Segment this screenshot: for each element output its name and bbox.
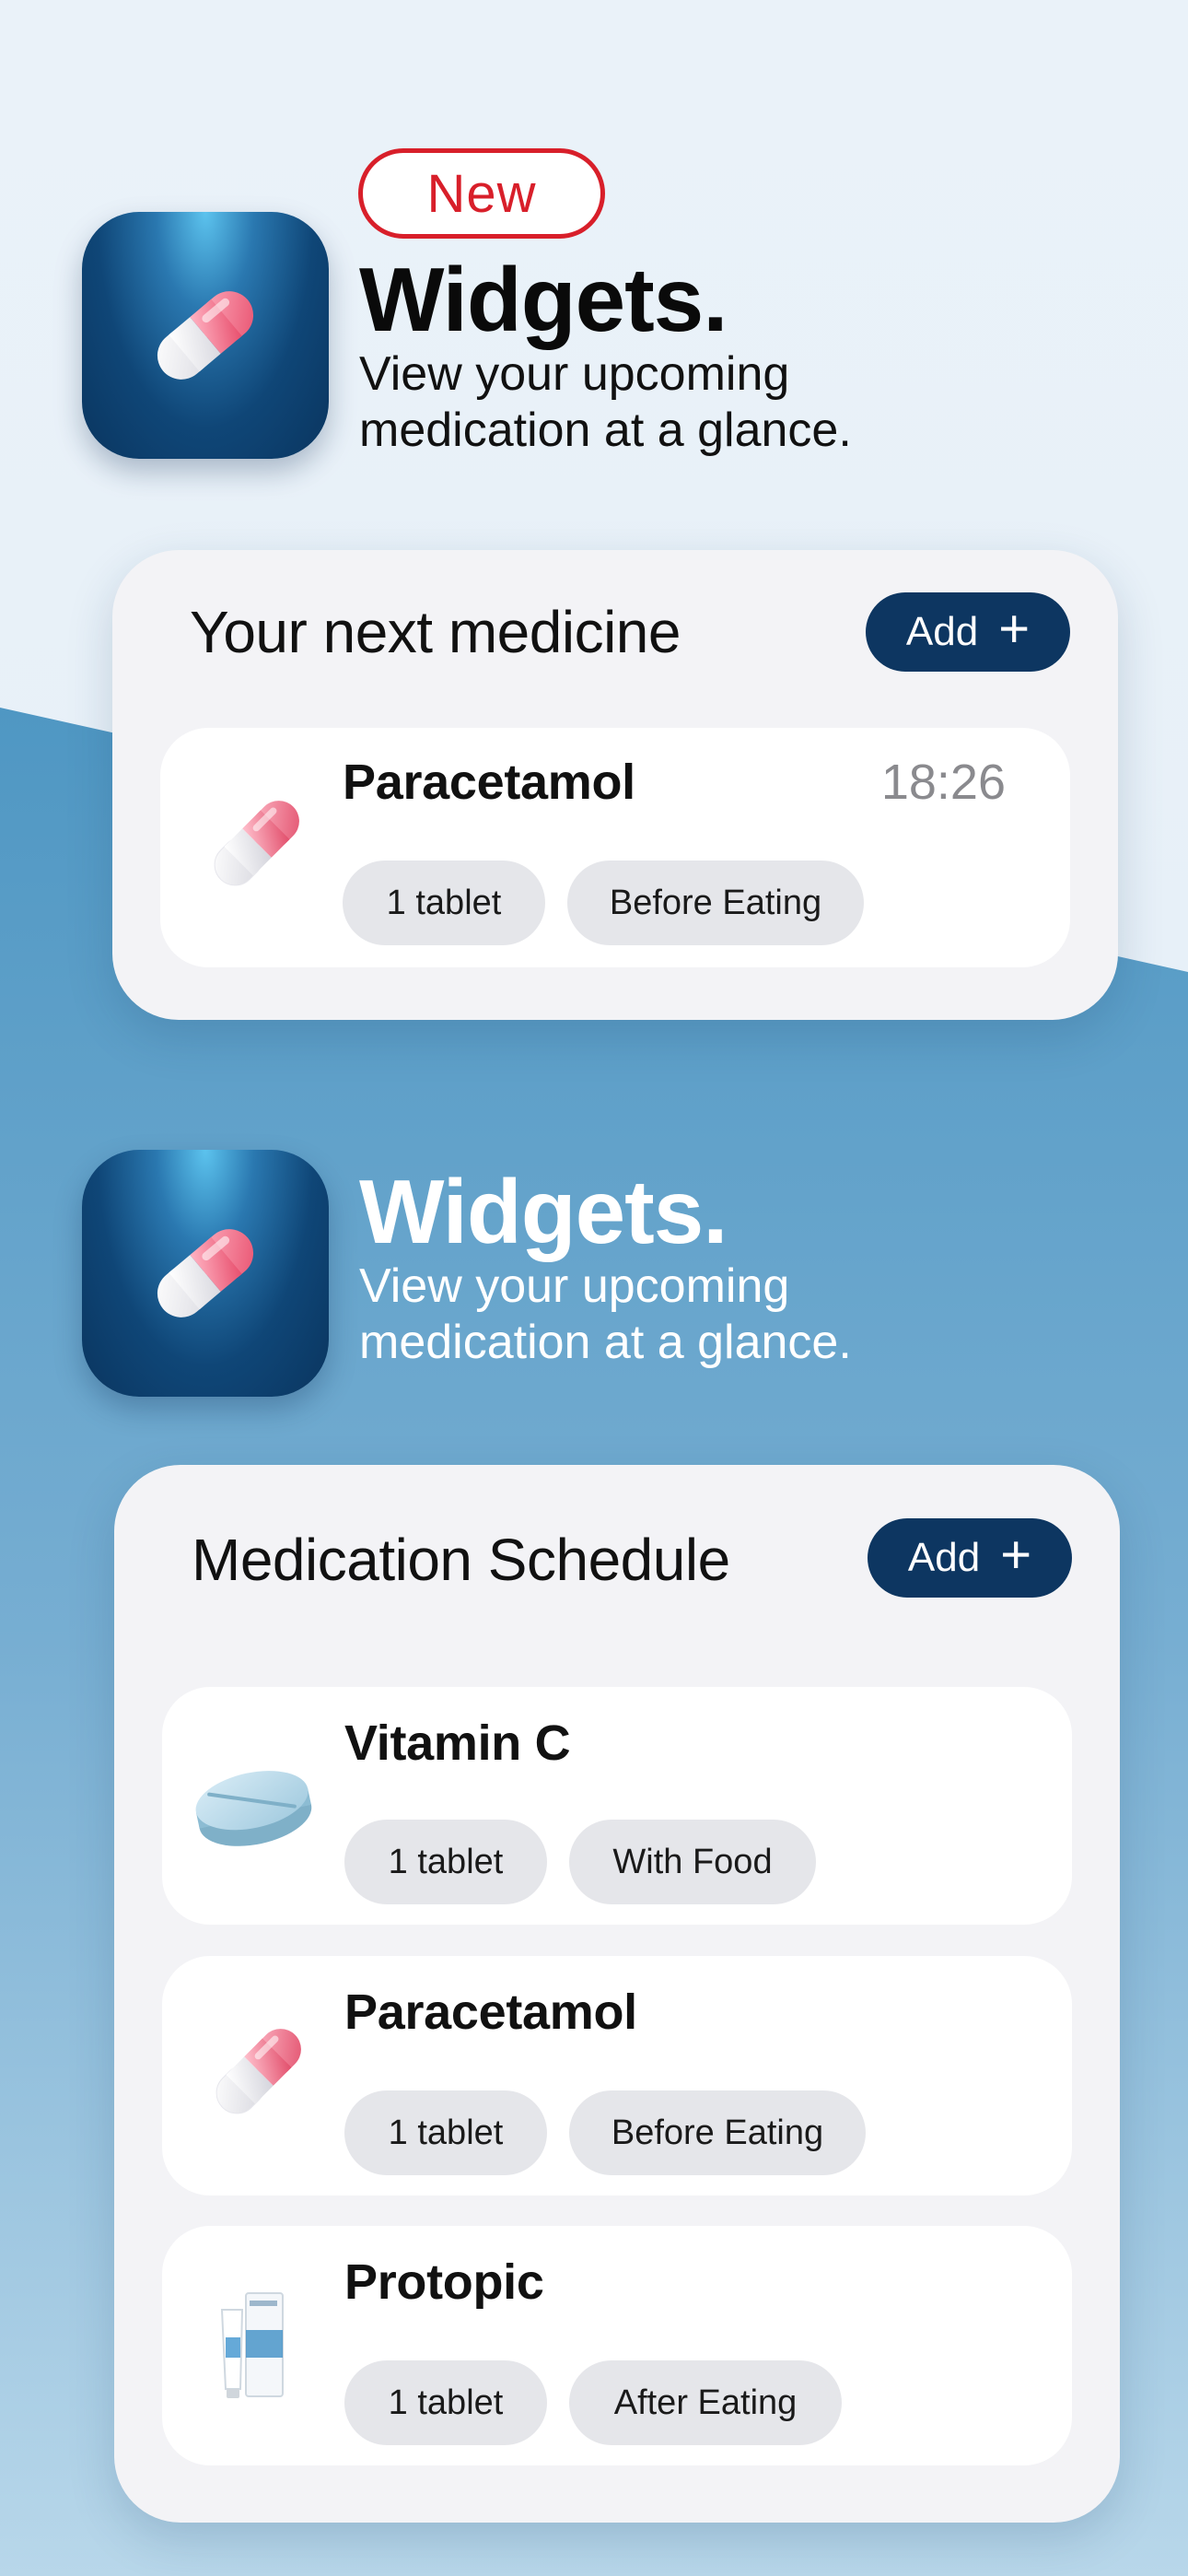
capsule-icon: [190, 2002, 328, 2140]
medicine-name: Paracetamol: [344, 1985, 637, 2040]
add-button[interactable]: Add +: [866, 592, 1070, 672]
add-label: Add: [907, 1535, 981, 1580]
app-icon: [82, 212, 329, 459]
instruction-chip: After Eating: [569, 2360, 842, 2445]
dose-chip: 1 tablet: [344, 2090, 547, 2175]
promo-subtitle-line2: medication at a glance.: [359, 1316, 852, 1369]
capsule-icon: [157, 291, 254, 380]
new-badge: New: [358, 148, 605, 239]
widget-title: Medication Schedule: [192, 1527, 730, 1593]
medicine-name: Vitamin C: [344, 1715, 571, 1771]
add-label: Add: [905, 609, 979, 654]
schedule-row-vitamin-c[interactable]: Vitamin C 1 tablet With Food: [162, 1687, 1072, 1925]
capsule-icon: [157, 1229, 254, 1317]
medicine-name: Protopic: [344, 2254, 544, 2310]
schedule-row-protopic[interactable]: Protopic 1 tablet After Eating: [162, 2226, 1072, 2465]
next-medicine-widget[interactable]: Your next medicine Add + Paracetamol 18:…: [112, 550, 1118, 1020]
dose-chip: 1 tablet: [344, 1820, 547, 1904]
dose-chip: 1 tablet: [343, 861, 545, 945]
schedule-row-paracetamol[interactable]: Paracetamol 1 tablet Before Eating: [162, 1956, 1072, 2195]
tablet-icon: [184, 1742, 322, 1871]
medicine-time: 18:26: [880, 755, 1006, 810]
ointment-tube-icon: [190, 2272, 319, 2419]
capsule-icon: [188, 774, 326, 912]
instruction-chip: Before Eating: [569, 2090, 866, 2175]
plus-icon: +: [998, 599, 1031, 659]
instruction-chip: With Food: [569, 1820, 816, 1904]
promo-title: Widgets.: [359, 1161, 728, 1262]
promo-subtitle-line1: View your upcoming: [359, 1259, 790, 1313]
app-icon: [82, 1150, 329, 1397]
next-medicine-row[interactable]: Paracetamol 18:26 1 tablet Before Eating: [160, 728, 1070, 967]
dose-chip: 1 tablet: [344, 2360, 547, 2445]
promo-title: Widgets.: [359, 249, 728, 350]
promo-subtitle-line1: View your upcoming: [359, 347, 790, 401]
instruction-chip: Before Eating: [567, 861, 864, 945]
medicine-name: Paracetamol: [343, 755, 635, 810]
plus-icon: +: [1000, 1525, 1032, 1585]
medication-schedule-widget[interactable]: Medication Schedule Add + Vitamin C 1 ta…: [114, 1465, 1120, 2523]
promo-subtitle-line2: medication at a glance.: [359, 404, 852, 457]
add-button[interactable]: Add +: [868, 1518, 1072, 1598]
widget-title: Your next medicine: [190, 599, 681, 665]
